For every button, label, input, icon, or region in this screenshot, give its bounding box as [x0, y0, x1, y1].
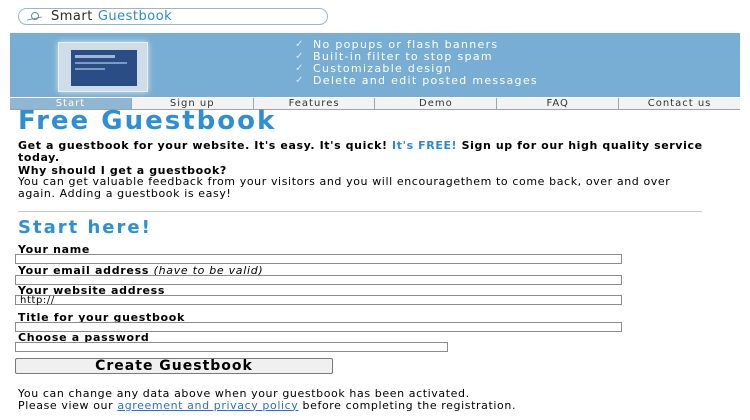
check-icon: ✓ — [295, 63, 305, 74]
guestbook-logo-icon — [27, 11, 45, 22]
logo-word-guestbook: Guestbook — [97, 9, 173, 24]
tab-contact-us[interactable]: Contact us — [618, 98, 740, 110]
page-title: Free Guestbook — [18, 106, 277, 136]
create-guestbook-button[interactable]: Create Guestbook — [15, 358, 333, 374]
feature-list: ✓ No popups or flash banners ✓ Built-in fi… — [295, 39, 538, 87]
divider — [18, 211, 702, 212]
site-logo[interactable]: Smart Guestbook — [18, 8, 328, 25]
password-input[interactable] — [15, 342, 448, 352]
why-text: You can get valuable feedback from your … — [18, 175, 671, 200]
privacy-policy-link[interactable]: agreement and privacy policy — [117, 399, 298, 412]
free-highlight: It's FREE! — [392, 139, 458, 152]
footer-note: You can change any data above when your … — [18, 387, 517, 412]
name-input[interactable] — [15, 254, 622, 264]
form-heading: Start here! — [18, 217, 152, 238]
intro-text: Get a guestbook for your website. It's e… — [18, 139, 703, 164]
check-icon: ✓ — [295, 39, 305, 50]
guestbook-preview-image — [58, 42, 148, 92]
logo-word-smart: Smart — [51, 9, 93, 24]
check-icon: ✓ — [295, 51, 305, 62]
feature-item: ✓ Delete and edit posted messages — [295, 74, 538, 87]
tab-faq[interactable]: FAQ — [496, 98, 619, 110]
website-input[interactable]: http:// — [15, 295, 622, 306]
header-banner: ✓ No popups or flash banners ✓ Built-in fi… — [10, 33, 740, 97]
check-icon: ✓ — [295, 75, 305, 86]
tab-demo[interactable]: Demo — [374, 98, 497, 110]
